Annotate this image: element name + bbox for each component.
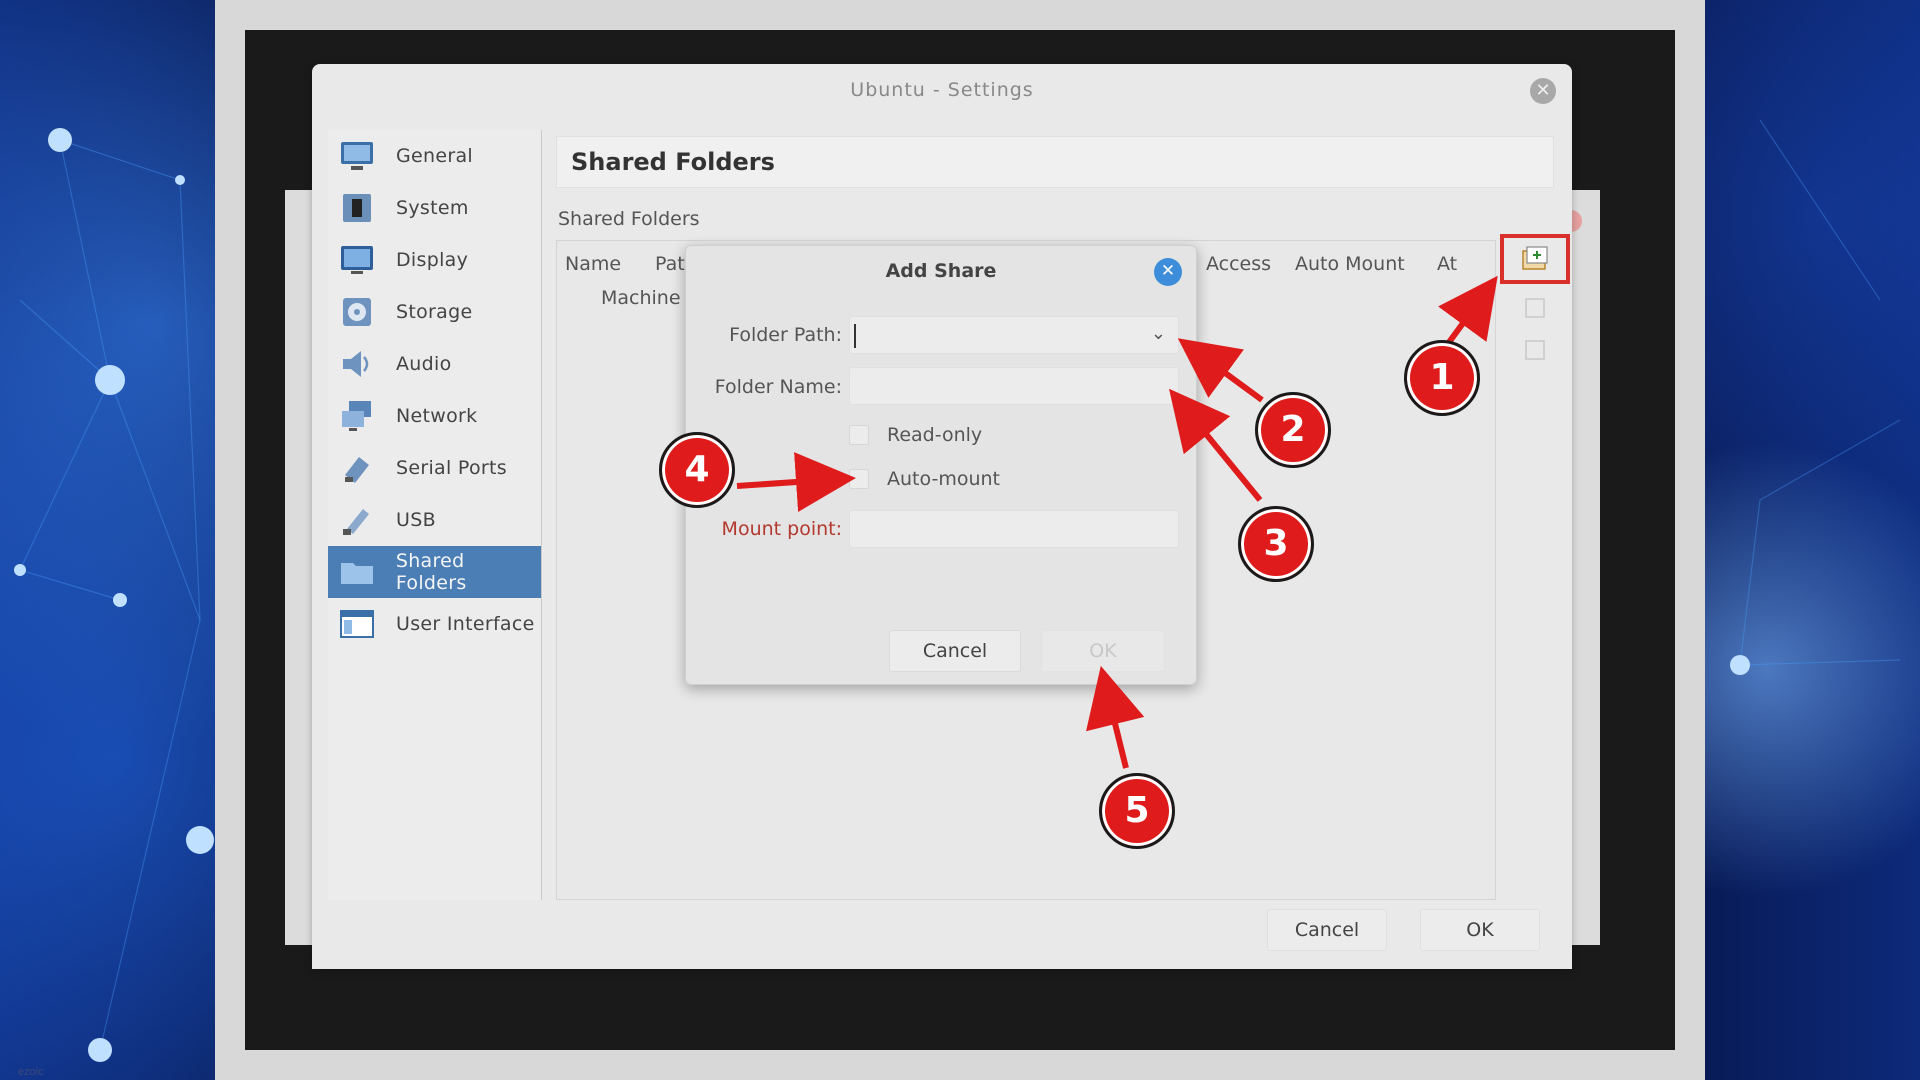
column-header-auto-mount[interactable]: Auto Mount [1295, 253, 1405, 275]
dialog-close-button[interactable]: ✕ [1154, 258, 1182, 286]
folder-path-combobox[interactable]: ⌄ [849, 316, 1179, 354]
auto-mount-checkbox[interactable]: Auto-mount [849, 468, 1000, 490]
column-header-path[interactable]: Pat [655, 253, 685, 275]
disk-icon [338, 295, 376, 329]
add-folder-icon [1522, 246, 1548, 270]
chip-icon [338, 191, 376, 225]
column-header-access[interactable]: Access [1206, 253, 1271, 275]
shared-folder-toolbar [1500, 234, 1580, 374]
dialog-cancel-button[interactable]: Cancel [889, 630, 1021, 672]
watermark: ezoic [18, 1066, 44, 1078]
folder-name-label: Folder Name: [714, 376, 842, 398]
sidebar-item-audio[interactable]: Audio [328, 338, 541, 390]
sidebar-item-label: USB [396, 509, 436, 531]
sidebar-item-label: System [396, 197, 469, 219]
sidebar-item-label: User Interface [396, 613, 535, 635]
sidebar-item-system[interactable]: System [328, 182, 541, 234]
network-icon [338, 399, 376, 433]
window-icon [338, 607, 376, 641]
sidebar-item-network[interactable]: Network [328, 390, 541, 442]
sidebar-item-label: Shared Folders [395, 550, 467, 594]
folder-icon [338, 555, 376, 589]
sidebar-item-label: Storage [396, 301, 473, 323]
add-share-dialog: Add Share ✕ Folder Path: ⌄ Folder Name: … [685, 245, 1197, 685]
close-icon: ✕ [1160, 261, 1176, 281]
mount-point-label: Mount point: [721, 518, 842, 540]
annotation-badge-5: 5 [1099, 773, 1175, 849]
sidebar-item-storage[interactable]: Storage [328, 286, 541, 338]
speaker-icon [338, 347, 376, 381]
window-close-button[interactable]: ✕ [1530, 78, 1556, 104]
remove-folder-icon [1525, 340, 1545, 360]
dialog-ok-button[interactable]: OK [1041, 630, 1165, 672]
monitor-icon [338, 139, 376, 173]
annotation-badge-3: 3 [1238, 506, 1314, 582]
settings-cancel-button[interactable]: Cancel [1267, 909, 1387, 951]
mount-point-field[interactable] [849, 510, 1179, 548]
table-row[interactable]: Machine [601, 287, 681, 309]
sidebar-item-label: Network [396, 405, 478, 427]
sidebar-item-display[interactable]: Display [328, 234, 541, 286]
sidebar-item-serial-ports[interactable]: Serial Ports [328, 442, 541, 494]
edit-folder-icon [1525, 298, 1545, 318]
sidebar-item-user-interface[interactable]: User Interface [328, 598, 541, 650]
sidebar-item-label: Audio [396, 353, 452, 375]
settings-ok-button[interactable]: OK [1420, 909, 1540, 951]
add-shared-folder-button[interactable] [1500, 234, 1570, 284]
remove-shared-folder-button[interactable] [1500, 326, 1570, 376]
sidebar-item-shared-folders[interactable]: Shared Folders [328, 546, 541, 598]
dialog-title: Add Share [885, 260, 997, 282]
usb-icon [338, 503, 376, 537]
serial-port-icon [338, 451, 376, 485]
column-header-name[interactable]: Name [565, 253, 621, 275]
sidebar-item-label: Serial Ports [396, 457, 507, 479]
sidebar-item-label: Display [396, 249, 469, 271]
checkbox-box[interactable] [849, 469, 869, 489]
auto-mount-label: Auto-mount [887, 468, 1000, 490]
window-title: Ubuntu - Settings [850, 79, 1034, 101]
sidebar-item-usb[interactable]: USB [328, 494, 541, 546]
close-icon: ✕ [1535, 80, 1551, 101]
column-header-at[interactable]: At [1437, 253, 1457, 275]
read-only-checkbox[interactable]: Read-only [849, 424, 982, 446]
folder-name-field[interactable] [849, 367, 1179, 405]
sidebar-item-general[interactable]: General [328, 130, 541, 182]
sidebar-item-label: General [396, 145, 473, 167]
page-title: Shared Folders [556, 136, 1554, 188]
checkbox-box[interactable] [849, 425, 869, 445]
settings-sidebar: General System Display Storage Audio Net… [328, 130, 542, 900]
annotation-badge-4: 4 [659, 432, 735, 508]
read-only-label: Read-only [887, 424, 983, 446]
section-label: Shared Folders [558, 208, 700, 230]
display-icon [338, 243, 376, 277]
annotation-badge-2: 2 [1255, 392, 1331, 468]
chevron-down-icon[interactable]: ⌄ [1151, 323, 1166, 344]
annotation-badge-1: 1 [1404, 340, 1480, 416]
folder-path-label: Folder Path: [729, 324, 842, 346]
text-cursor [854, 324, 856, 348]
